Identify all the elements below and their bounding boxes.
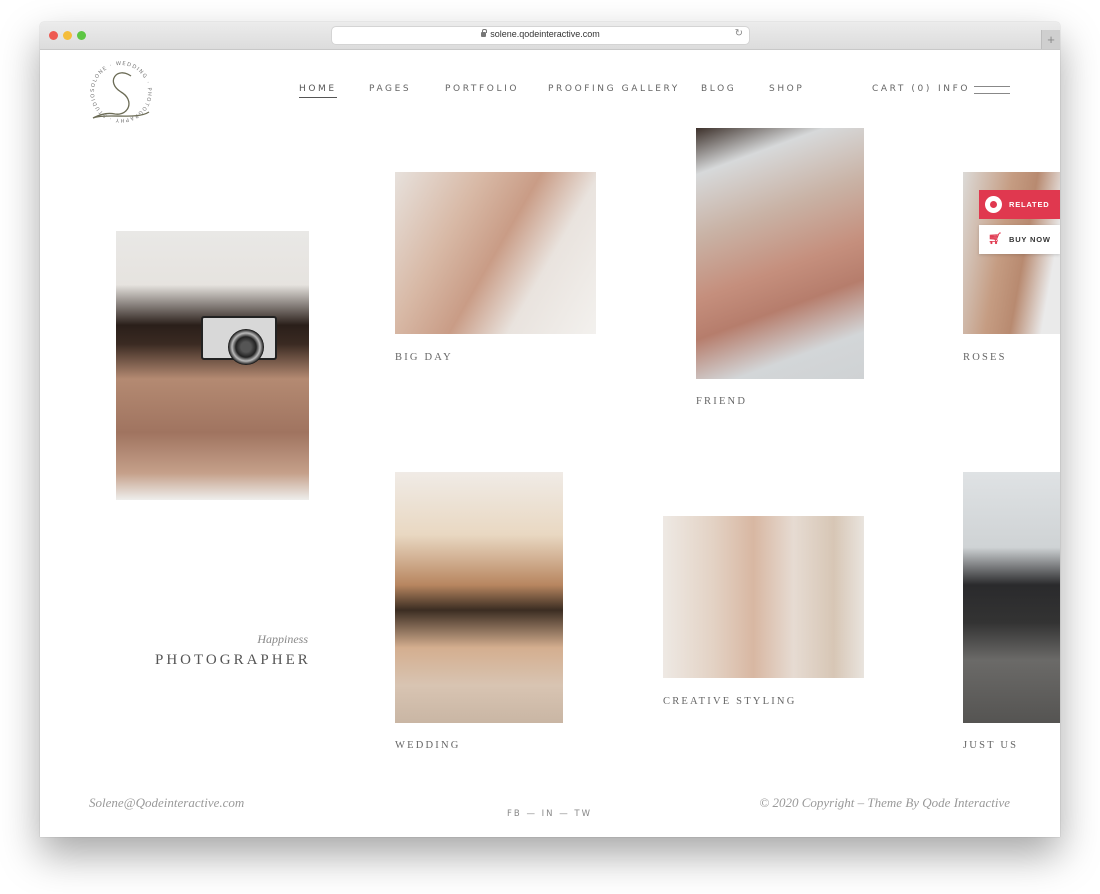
hero-title: PHOTOGRAPHER: [155, 652, 311, 668]
browser-window: solene.qodeinteractive.com ↻ + SOLONE · …: [40, 22, 1060, 837]
url-text: solene.qodeinteractive.com: [490, 29, 600, 39]
nav-portfolio[interactable]: PORTFOLIO: [445, 84, 519, 94]
nav-blog[interactable]: BLOG: [701, 84, 736, 94]
nav-pages[interactable]: PAGES: [369, 84, 411, 94]
gallery-image-wedding[interactable]: [395, 472, 563, 723]
maximize-window-button[interactable]: [77, 31, 86, 40]
social-twitter-link[interactable]: TW: [574, 809, 592, 819]
gallery-caption[interactable]: FRIEND: [696, 396, 747, 407]
gallery-image-friend[interactable]: [696, 128, 864, 379]
related-label: RELATED: [1009, 200, 1050, 209]
buy-now-label: BUY NOW: [1009, 235, 1051, 244]
gallery-caption[interactable]: JUST US: [963, 740, 1018, 751]
address-bar[interactable]: solene.qodeinteractive.com ↻: [332, 27, 749, 44]
gallery-caption[interactable]: CREATIVE STYLING: [663, 696, 796, 707]
nav-proofing-gallery[interactable]: PROOFING GALLERY: [548, 84, 680, 94]
nav-home[interactable]: HOME: [299, 84, 337, 98]
gallery-image-just-us[interactable]: [963, 472, 1060, 723]
menu-icon[interactable]: [974, 86, 1010, 94]
cart-icon: 🛒︎: [988, 233, 1003, 245]
info-link[interactable]: INFO: [938, 84, 970, 94]
related-button[interactable]: RELATED: [979, 190, 1060, 219]
new-tab-button[interactable]: +: [1041, 30, 1060, 49]
gallery-caption[interactable]: BIG DAY: [395, 352, 453, 363]
studio-logo[interactable]: SOLONE · WEDDING · PHOTOGRAPHY · STUDIO: [87, 58, 155, 126]
photographer-image[interactable]: [116, 231, 309, 500]
minimize-window-button[interactable]: [63, 31, 72, 40]
footer-copyright: © 2020 Copyright – Theme By Qode Interac…: [759, 795, 1010, 810]
gallery-caption[interactable]: WEDDING: [395, 740, 461, 751]
social-instagram-link[interactable]: IN: [542, 809, 555, 819]
gallery-caption[interactable]: ROSES: [963, 352, 1007, 363]
social-facebook-link[interactable]: FB: [507, 809, 522, 819]
web-page: SOLONE · WEDDING · PHOTOGRAPHY · STUDIO …: [40, 50, 1060, 837]
buy-now-button[interactable]: 🛒︎ BUY NOW: [979, 225, 1060, 254]
reload-icon[interactable]: ↻: [735, 28, 743, 39]
social-separator: —: [559, 809, 570, 819]
browser-titlebar: solene.qodeinteractive.com ↻ +: [40, 22, 1060, 50]
social-links: FB — IN — TW: [507, 809, 592, 819]
lock-icon: [481, 29, 487, 37]
gallery-image-creative-styling[interactable]: [663, 516, 864, 678]
social-separator: —: [526, 809, 537, 819]
nav-shop[interactable]: SHOP: [769, 84, 804, 94]
cart-link[interactable]: CART (0): [872, 84, 932, 94]
close-window-button[interactable]: [49, 31, 58, 40]
gallery-image-big-day[interactable]: [395, 172, 596, 334]
hero-subtitle: Happiness: [257, 632, 308, 646]
related-icon: [985, 196, 1002, 213]
footer-email-link[interactable]: Solene@Qodeinteractive.com: [89, 795, 244, 811]
